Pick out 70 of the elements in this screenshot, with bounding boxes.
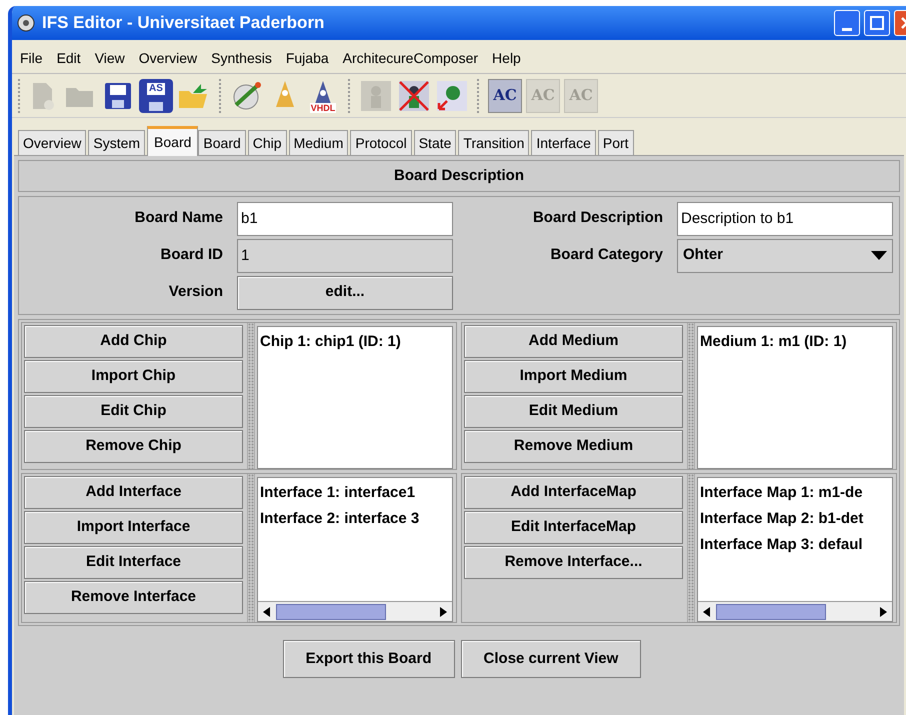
panel-button[interactable]: Import Interface bbox=[24, 511, 243, 544]
menu-item[interactable]: File bbox=[14, 48, 49, 69]
horizontal-scrollbar[interactable] bbox=[258, 601, 452, 621]
panel-button[interactable]: Remove Interface... bbox=[464, 546, 683, 579]
field-label: Board Category bbox=[549, 245, 663, 266]
field-label: Board Name bbox=[134, 208, 223, 228]
field-label: Board ID bbox=[159, 245, 223, 266]
tab[interactable]: Board bbox=[198, 130, 246, 155]
splitter-handle[interactable] bbox=[247, 474, 255, 622]
minimize-button[interactable] bbox=[834, 10, 860, 36]
tab[interactable]: Board bbox=[147, 126, 198, 156]
splitter-handle[interactable] bbox=[247, 323, 255, 469]
tab[interactable]: Protocol bbox=[350, 130, 412, 155]
save-as-icon[interactable]: AS bbox=[139, 78, 173, 112]
list-item[interactable]: Interface Map 2: b1-det bbox=[700, 506, 892, 532]
field-label: Version bbox=[168, 282, 223, 302]
panel-button[interactable]: Edit InterfaceMap bbox=[464, 511, 683, 544]
list-item[interactable]: Interface 1: interface1 bbox=[260, 480, 452, 506]
app-icon bbox=[16, 13, 36, 33]
panel-button[interactable]: Add Medium bbox=[464, 325, 683, 358]
menu-item[interactable]: Synthesis bbox=[205, 48, 278, 69]
panel-button[interactable]: Remove Medium bbox=[464, 430, 683, 463]
list-item[interactable]: Medium 1: m1 (ID: 1) bbox=[700, 329, 892, 355]
menu-item[interactable]: Fujaba bbox=[280, 48, 335, 69]
horizontal-scrollbar[interactable] bbox=[698, 601, 892, 621]
panel-button[interactable]: Add InterfaceMap bbox=[464, 476, 683, 509]
menu-item[interactable]: View bbox=[88, 48, 131, 69]
ac-icon[interactable]: AC bbox=[488, 78, 522, 112]
menu-item[interactable]: Edit bbox=[50, 48, 87, 69]
text-field[interactable]: b1 bbox=[237, 202, 453, 236]
list-item[interactable]: Interface 2: interface 3 bbox=[260, 506, 452, 532]
text-field[interactable]: 1 bbox=[237, 238, 453, 272]
maximize-icon bbox=[870, 16, 884, 30]
panel-button[interactable]: Remove Interface bbox=[24, 581, 243, 614]
panel-button[interactable]: Import Chip bbox=[24, 360, 243, 393]
edit-button[interactable]: edit... bbox=[237, 276, 453, 310]
tab[interactable]: Port bbox=[598, 130, 634, 155]
tab[interactable]: System bbox=[88, 130, 146, 155]
panel-button[interactable]: Remove Chip bbox=[24, 430, 243, 463]
text-field[interactable]: Description to b1 bbox=[677, 202, 893, 236]
list-item[interactable]: Chip 1: chip1 (ID: 1) bbox=[260, 329, 452, 355]
tab[interactable]: State bbox=[414, 130, 456, 155]
panel-button[interactable]: Import Medium bbox=[464, 360, 683, 393]
section-header: Board Description bbox=[18, 160, 900, 192]
menu-item[interactable]: ArchitecureComposer bbox=[336, 48, 484, 69]
splitter-handle[interactable] bbox=[687, 323, 695, 469]
footer-button[interactable]: Close current View bbox=[460, 640, 642, 678]
tab[interactable]: Chip bbox=[248, 130, 287, 155]
tab[interactable]: Interface bbox=[531, 130, 596, 155]
crossed-figure-icon[interactable] bbox=[397, 78, 431, 112]
tab[interactable]: Medium bbox=[288, 130, 348, 155]
tab[interactable]: Overview bbox=[18, 130, 86, 155]
panel-button[interactable]: Add Interface bbox=[24, 476, 243, 509]
field-label: Board Description bbox=[532, 208, 663, 228]
dropdown-arrow-icon bbox=[871, 251, 887, 260]
panel-button[interactable]: Edit Medium bbox=[464, 395, 683, 428]
menu-item[interactable]: Overview bbox=[132, 48, 204, 69]
maximize-button[interactable] bbox=[864, 10, 890, 36]
splitter-handle[interactable] bbox=[687, 474, 695, 622]
footer-button[interactable]: Export this Board bbox=[282, 640, 455, 678]
minimize-icon bbox=[842, 28, 852, 31]
window-title: IFS Editor - Universitaet Paderborn bbox=[42, 12, 326, 34]
panel-button[interactable]: Add Chip bbox=[24, 325, 243, 358]
list-item[interactable]: Interface Map 3: defaul bbox=[700, 532, 892, 558]
panel-button[interactable]: Edit Interface bbox=[24, 546, 243, 579]
dropdown[interactable]: Ohter bbox=[677, 238, 893, 272]
menu-item[interactable]: Help bbox=[486, 48, 527, 69]
panel-button[interactable]: Edit Chip bbox=[24, 395, 243, 428]
tab[interactable]: Transition bbox=[458, 130, 530, 155]
list-item[interactable]: Interface Map 1: m1-de bbox=[700, 480, 892, 506]
